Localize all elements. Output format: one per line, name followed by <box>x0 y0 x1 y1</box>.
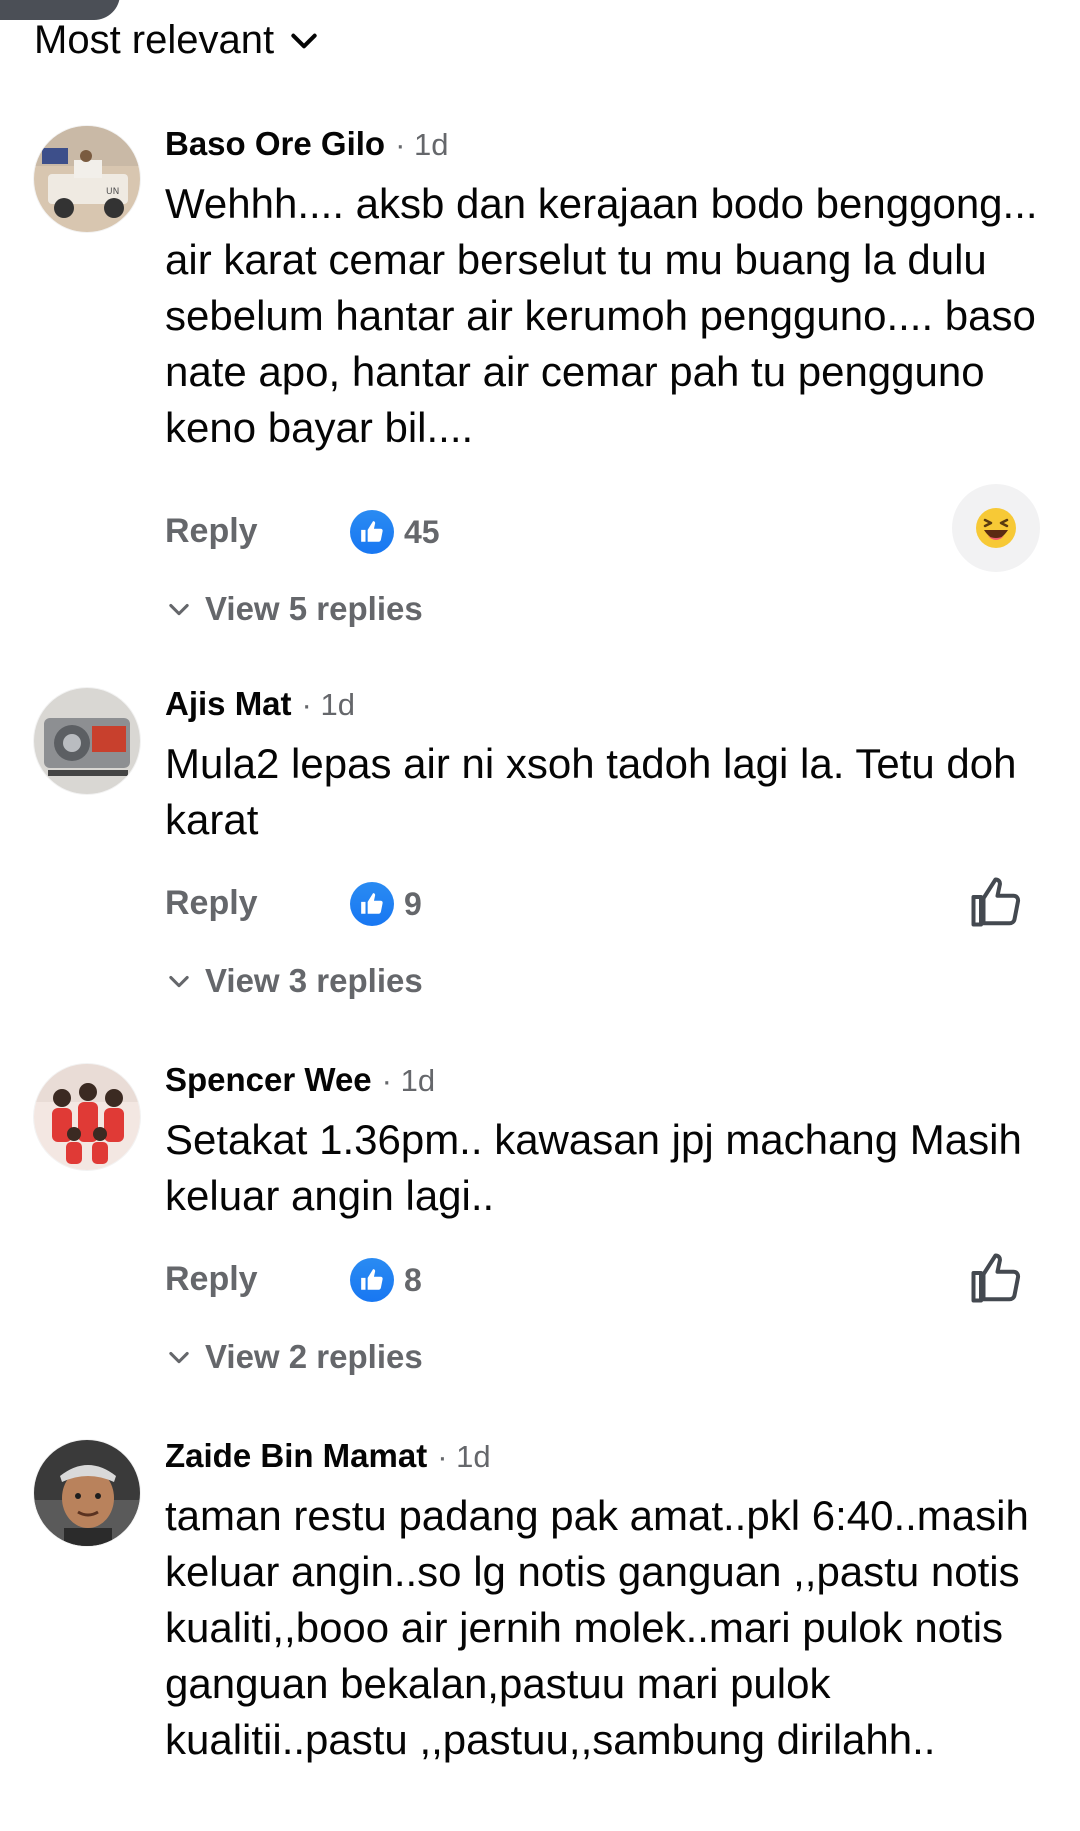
haha-react-button[interactable] <box>952 484 1040 572</box>
like-count: 8 <box>404 1261 422 1298</box>
view-replies-button[interactable]: View 2 replies <box>165 1338 423 1376</box>
comment-content: Spencer Wee · 1d Setakat 1.36pm.. kawasa… <box>165 1054 1040 1224</box>
like-reaction[interactable]: 9 <box>350 878 422 930</box>
sort-dropdown[interactable]: Most relevant <box>34 18 320 63</box>
comment-text: Wehhh.... aksb dan kerajaan bodo benggon… <box>165 180 1038 451</box>
view-replies-label: View 3 replies <box>205 962 423 999</box>
chevron-down-icon <box>169 603 189 616</box>
chevron-down-icon <box>291 33 317 48</box>
comment-time: · 1d <box>395 127 449 162</box>
avatar[interactable] <box>34 688 140 794</box>
reply-button[interactable]: Reply <box>165 1260 258 1299</box>
view-replies-label: View 2 replies <box>205 1338 423 1375</box>
comment-content: Ajis Mat · 1d Mula2 lepas air ni xsoh ta… <box>165 678 1040 848</box>
like-outline-icon[interactable] <box>966 1248 1026 1308</box>
chevron-down-icon <box>169 975 189 988</box>
comment-time: · 1d <box>437 1439 491 1474</box>
comment-content: Baso Ore Gilo · 1d Wehhh.... aksb dan ke… <box>165 118 1040 456</box>
view-replies-label: View 5 replies <box>205 590 423 627</box>
like-badge-icon <box>350 882 394 926</box>
comment-author[interactable]: Zaide Bin Mamat <box>165 1430 427 1482</box>
comment-time: · 1d <box>381 1063 436 1098</box>
comment-actions: Reply 9 <box>165 872 1040 936</box>
like-outline-icon[interactable] <box>966 872 1026 932</box>
reply-button[interactable]: Reply <box>165 884 258 923</box>
comment-author[interactable]: Spencer Wee <box>165 1054 372 1106</box>
comment-actions: Reply 8 <box>165 1248 1040 1312</box>
view-replies-button[interactable]: View 3 replies <box>165 962 423 1000</box>
top-edge-fragment <box>0 0 120 20</box>
like-count: 9 <box>404 885 422 922</box>
like-reaction[interactable]: 8 <box>350 1254 422 1306</box>
comment-actions: Reply 45 <box>165 484 1040 572</box>
comment-text: taman restu padang pak amat..pkl 6:40..m… <box>165 1492 1029 1763</box>
chevron-down-icon <box>169 1351 189 1364</box>
reply-button[interactable]: Reply <box>165 512 258 551</box>
comment-time: · 1d <box>301 687 355 722</box>
view-replies-button[interactable]: View 5 replies <box>165 590 423 628</box>
like-badge-icon <box>350 510 394 554</box>
haha-emoji-icon <box>976 508 1016 548</box>
comment-content: Zaide Bin Mamat · 1d taman restu padang … <box>165 1430 1040 1768</box>
comment-author[interactable]: Baso Ore Gilo <box>165 118 385 170</box>
like-badge-icon <box>350 1258 394 1302</box>
comments-page: Most relevant UN Baso Ore Gilo · 1d Wehh… <box>0 0 1080 1831</box>
comment-text: Mula2 lepas air ni xsoh tadoh lagi la. T… <box>165 740 1017 843</box>
like-count: 45 <box>404 513 440 550</box>
svg-text:UN: UN <box>106 187 119 197</box>
avatar[interactable]: UN <box>34 126 140 232</box>
comment-text: Setakat 1.36pm.. kawasan jpj machang Mas… <box>165 1116 1022 1219</box>
avatar[interactable] <box>34 1064 140 1170</box>
comment-author[interactable]: Ajis Mat <box>165 678 292 730</box>
avatar[interactable] <box>34 1440 140 1546</box>
like-reaction[interactable]: 45 <box>350 506 440 558</box>
sort-label: Most relevant <box>34 18 275 62</box>
